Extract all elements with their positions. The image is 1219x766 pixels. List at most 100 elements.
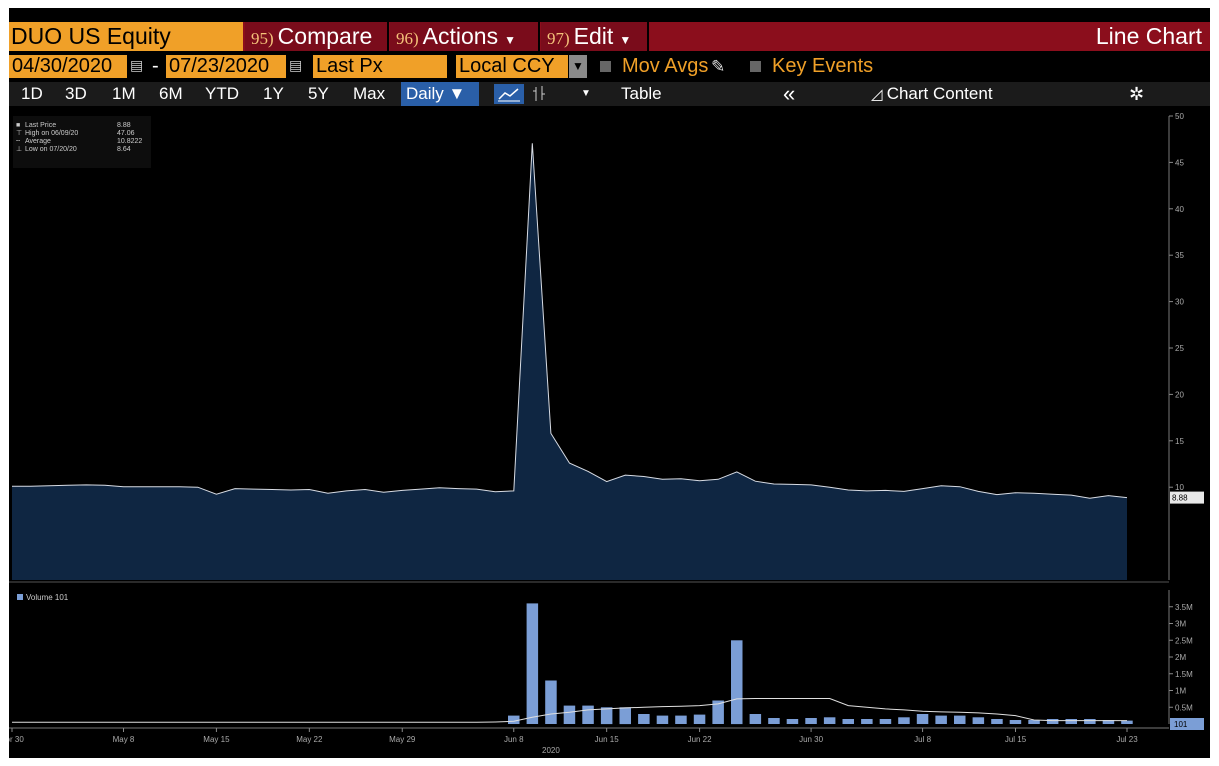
price-tick-label: 25 xyxy=(1175,344,1184,353)
actions-shortcut: 96) xyxy=(396,29,419,48)
compare-button[interactable]: 95) Compare xyxy=(245,22,389,51)
x-tick-label: Jun 15 xyxy=(595,735,620,744)
price-area xyxy=(12,143,1127,581)
ticker-field[interactable]: DUO US Equity xyxy=(9,22,243,51)
range-1y[interactable]: 1Y xyxy=(263,82,284,106)
volume-bar xyxy=(675,715,687,724)
volume-bar xyxy=(786,719,799,724)
actions-button[interactable]: 96) Actions ▼ xyxy=(390,22,540,51)
volume-legend-label: Volume 101 xyxy=(26,593,69,602)
actions-label: Actions xyxy=(422,23,499,49)
collapse-icon[interactable]: « xyxy=(783,82,795,106)
edit-button[interactable]: 97) Edit ▼ xyxy=(541,22,649,51)
volume-bar xyxy=(935,715,947,724)
pencil-icon[interactable]: ✎ xyxy=(711,54,725,79)
x-tick-label: Jul 15 xyxy=(1005,735,1027,744)
x-tick-label: Jun 22 xyxy=(688,735,713,744)
x-tick-label: Jul 23 xyxy=(1116,735,1138,744)
gear-icon[interactable]: ✲ xyxy=(1129,82,1144,106)
range-3d[interactable]: 3D xyxy=(65,82,87,106)
volume-bar xyxy=(972,717,985,724)
legend-value: 8.64 xyxy=(117,146,131,153)
volume-bar xyxy=(1046,719,1059,724)
price-volume-chart: 50 45 40 35 30 25 20 15 10 8.88 ■ Last Price 8.88 ⊤ Hi… xyxy=(9,112,1204,755)
chevron-down-icon: ▼ xyxy=(448,84,466,103)
range-max[interactable]: Max xyxy=(353,82,385,106)
volume-bar xyxy=(693,714,706,724)
table-button[interactable]: Table xyxy=(621,82,662,106)
legend-value: 8.88 xyxy=(117,122,131,129)
legend-label: Low on 07/20/20 xyxy=(25,146,77,153)
chart-content-label: Chart Content xyxy=(886,84,993,103)
range-6m[interactable]: 6M xyxy=(159,82,183,106)
x-axis: Apr 30 May 8 May 15 May 22 May 29 Jun 8 Jun 15… xyxy=(9,727,1169,755)
chart-type-title: Line Chart xyxy=(1095,23,1202,49)
volume-panel: 3.5M 3M 2.5M 2M 1.5M 1M 0.5M 101 Volume 101 xyxy=(12,590,1204,730)
x-tick-label: May 22 xyxy=(296,735,323,744)
key-events-checkbox[interactable] xyxy=(750,61,761,72)
volume-tick-label: 3M xyxy=(1175,620,1186,629)
x-tick-label: Jun 8 xyxy=(504,735,524,744)
chart-content-button[interactable]: ◿ Chart Content xyxy=(871,82,993,106)
volume-bar xyxy=(749,714,762,724)
price-tick-label: 40 xyxy=(1175,205,1184,214)
x-tick-label: May 29 xyxy=(389,735,416,744)
range-1d[interactable]: 1D xyxy=(21,82,43,106)
x-tick-label: Jun 30 xyxy=(799,735,824,744)
volume-bar xyxy=(823,717,836,724)
compare-shortcut: 95) xyxy=(251,29,274,48)
price-tick-label: 35 xyxy=(1175,251,1184,260)
line-chart-icon[interactable] xyxy=(494,84,524,104)
chart-content-icon: ◿ xyxy=(871,86,887,103)
legend-value: 47.06 xyxy=(117,130,135,137)
x-tick-label: May 8 xyxy=(113,735,135,744)
range-ytd[interactable]: YTD xyxy=(205,82,239,106)
compare-label: Compare xyxy=(277,23,373,49)
volume-bar xyxy=(545,680,557,724)
calendar-icon[interactable]: ▤ xyxy=(289,58,303,73)
mov-avgs-label[interactable]: Mov Avgs xyxy=(622,54,708,79)
volume-bar xyxy=(1065,719,1077,724)
edit-label: Edit xyxy=(573,23,614,49)
volume-legend-swatch xyxy=(17,594,23,600)
volume-bar xyxy=(805,718,817,724)
volume-bar xyxy=(861,719,873,724)
legend-glyph: ■ xyxy=(16,122,20,129)
price-tick-label: 20 xyxy=(1175,390,1184,399)
volume-bar xyxy=(1009,720,1022,724)
legend-glyph: ⊤ xyxy=(16,130,22,137)
calendar-icon[interactable]: ▤ xyxy=(130,58,144,73)
start-date-field[interactable]: 04/30/2020 xyxy=(9,55,127,78)
chevron-down-icon[interactable]: ▼ xyxy=(581,82,591,106)
volume-bar xyxy=(508,715,520,724)
x-year-label: 2020 xyxy=(542,746,560,755)
chevron-down-icon: ▼ xyxy=(504,33,516,47)
key-events-label[interactable]: Key Events xyxy=(772,54,873,79)
ohlc-bar-icon[interactable] xyxy=(531,82,547,106)
field-selector[interactable]: Last Px xyxy=(313,55,447,78)
legend-value: 10.8222 xyxy=(117,138,142,145)
end-date-field[interactable]: 07/23/2020 xyxy=(166,55,286,78)
options-bar: 04/30/2020 ▤ - 07/23/2020 ▤ Last Px Loca… xyxy=(9,54,1210,79)
last-price-tag-label: 8.88 xyxy=(1172,494,1188,503)
volume-bar xyxy=(991,719,1003,724)
chevron-down-icon[interactable]: ▼ xyxy=(569,55,587,78)
range-toolbar: 1D 3D 1M 6M YTD 1Y 5Y Max Daily ▼ ▼ Tabl… xyxy=(9,82,1210,106)
volume-bar xyxy=(1084,719,1096,724)
volume-tick-label: 2.5M xyxy=(1175,636,1193,645)
range-1m[interactable]: 1M xyxy=(112,82,136,106)
mov-avgs-checkbox[interactable] xyxy=(600,61,611,72)
volume-bar xyxy=(656,715,669,724)
volume-tick-label: 2M xyxy=(1175,653,1186,662)
range-5y[interactable]: 5Y xyxy=(308,82,329,106)
currency-selector[interactable]: Local CCY xyxy=(456,55,568,78)
x-tick-label: May 15 xyxy=(203,735,230,744)
volume-bar xyxy=(879,719,892,724)
volume-bar xyxy=(619,707,631,725)
volume-bar xyxy=(842,719,854,724)
price-tick-label: 15 xyxy=(1175,437,1184,446)
frequency-selector[interactable]: Daily ▼ xyxy=(401,82,479,106)
volume-bar xyxy=(768,718,780,724)
volume-bar xyxy=(1121,720,1133,724)
volume-tag-label: 101 xyxy=(1174,720,1188,729)
